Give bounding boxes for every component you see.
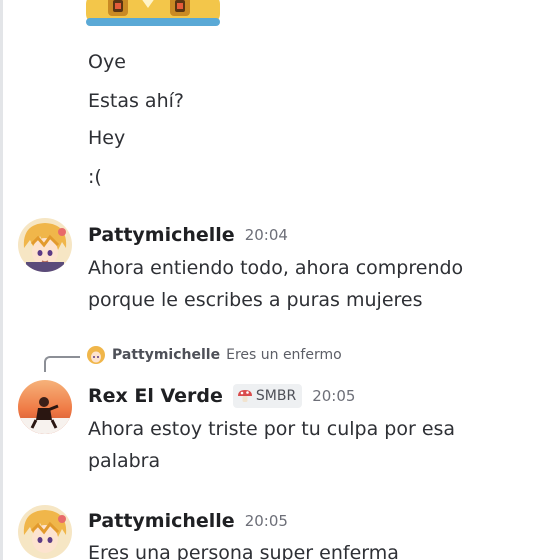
message-line: porque le escribes a puras mujeres [88,289,423,311]
message-line: :( [88,166,102,188]
anime-girl-avatar [18,218,72,272]
timestamp: 20:05 [244,512,288,530]
message-line: Eres una persona super enferma [88,542,399,560]
message-body: Ahora entiendo todo, ahora comprendo por… [88,252,548,316]
timestamp: 20:05 [312,387,356,405]
mushroom-icon [237,390,252,402]
avatar[interactable] [18,505,72,559]
avatar[interactable] [18,380,72,434]
anime-girl-avatar [87,346,105,364]
sunset-figure-avatar [18,380,72,434]
reply-spine [44,356,80,372]
message-line: Ahora estoy triste por tu culpa por esa [88,418,456,440]
sticker-image[interactable] [86,0,220,30]
message-body: Eres una persona super enferma [88,537,548,560]
username[interactable]: Rex El Verde [88,385,223,407]
message-line: Oye [88,51,126,73]
message-line: Estas ahí? [88,90,184,112]
avatar[interactable] [18,218,72,272]
message-line: Ahora entiendo todo, ahora comprendo [88,257,464,279]
username[interactable]: Pattymichelle [88,224,235,246]
reply-reference[interactable]: Pattymichelle Eres un enfermo [87,346,342,364]
message-header: Rex El Verde SMBR 20:05 [88,384,355,408]
message-body: Ahora estoy triste por tu culpa por esa … [88,413,548,477]
anime-girl-avatar [18,505,72,559]
reply-avatar [87,346,105,364]
chat-messages: Oye Estas ahí? Hey :( Pattymichelle 20:0… [0,0,560,560]
reply-text: Eres un enfermo [226,347,342,363]
timestamp: 20:04 [244,226,288,244]
message-line: palabra [88,450,161,472]
left-rail [0,0,3,560]
role-tag-label: SMBR [255,388,297,404]
message-line: Hey [88,127,126,149]
message-header: Pattymichelle 20:05 [88,510,288,532]
reply-username[interactable]: Pattymichelle [112,347,220,363]
username[interactable]: Pattymichelle [88,510,235,532]
message-header: Pattymichelle 20:04 [88,224,288,246]
role-tag[interactable]: SMBR [232,384,303,408]
